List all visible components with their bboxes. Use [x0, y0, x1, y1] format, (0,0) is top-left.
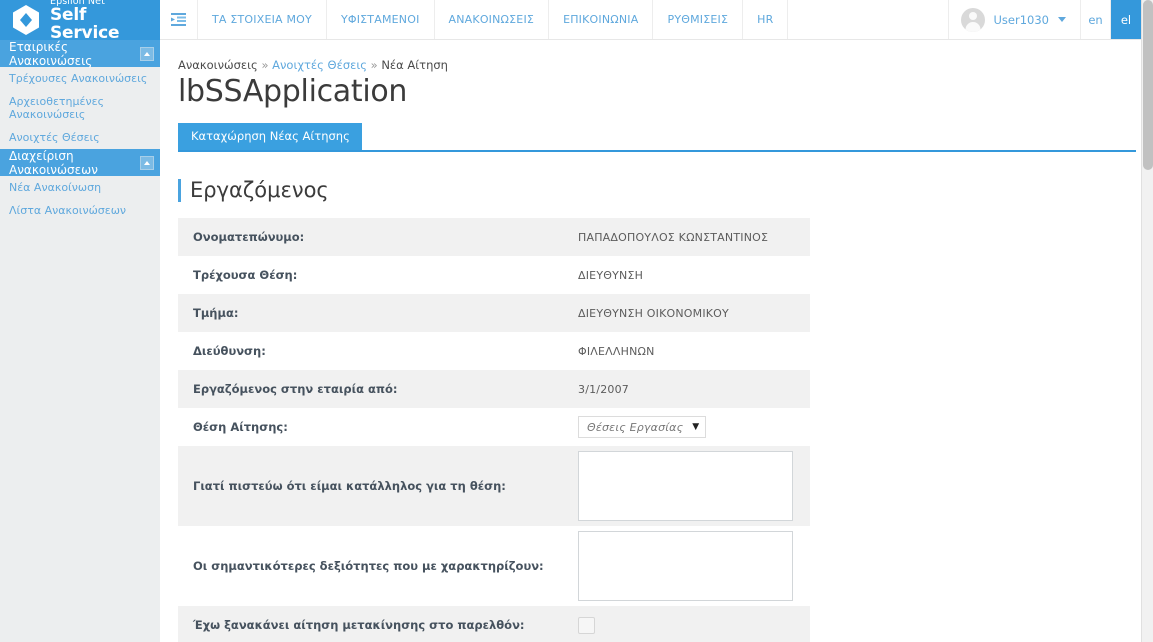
field-label-why-suitable: Γιατί πιστεύω ότι είμαι κατάλληλος για τ…: [193, 479, 506, 493]
field-value-employed-since: 3/1/2007: [578, 382, 630, 396]
field-label-employed-since: Εργαζόμενος στην εταιρία από:: [193, 382, 398, 396]
field-label-department: Τμήμα:: [193, 306, 239, 320]
field-label-application-position: Θέση Αίτησης:: [193, 420, 288, 434]
scrollbar-thumb[interactable]: [1143, 0, 1153, 170]
nav-item-announcements[interactable]: ΑΝΑΚΟΙΝΩΣΕΙΣ: [435, 0, 550, 39]
sidebar-group-label: Διαχείριση Ανακοινώσεων: [9, 148, 98, 177]
field-label-current-position: Τρέχουσα Θέση:: [193, 268, 298, 282]
page-scrollbar[interactable]: [1141, 0, 1153, 642]
table-row: Ονοματεπώνυμο: ΠΑΠΑΔΟΠΟΥΛΟΣ ΚΩΝΣΤΑΝΤΙΝΟΣ: [178, 218, 810, 256]
nav-item-hr[interactable]: HR: [743, 0, 789, 39]
language-el-button[interactable]: el: [1111, 0, 1141, 39]
sidebar-item-new-announcement[interactable]: Νέα Ανακοίνωση: [0, 176, 160, 199]
application-position-selected-value: Θέσεις Εργασίας: [587, 420, 684, 434]
table-row: Έχω ξανακάνει αίτηση μετακίνησης στο παρ…: [178, 606, 810, 642]
nav-item-subordinates[interactable]: ΥΦΙΣΤΑΜΕΝΟΙ: [327, 0, 435, 39]
breadcrumb-item-new-application: Νέα Αίτηση: [381, 58, 448, 72]
field-value-current-position: ΔΙΕΥΘΥΝΣΗ: [578, 268, 644, 282]
nav-spacer: [788, 0, 949, 39]
table-row: Διεύθυνση: ΦΙΛΕΛΛΗΝΩΝ: [178, 332, 810, 370]
key-skills-textarea[interactable]: [578, 531, 793, 601]
field-label-fullname: Ονοματεπώνυμο:: [193, 230, 305, 244]
language-en-button[interactable]: en: [1081, 0, 1111, 39]
app-window: Epsilon Net Self Service ΤΑ ΣΤΟΙΧΕΙΑ ΜΟΥ…: [0, 0, 1153, 642]
table-row: Γιατί πιστεύω ότι είμαι κατάλληλος για τ…: [178, 446, 810, 526]
table-row: Θέση Αίτησης: Θέσεις Εργασίας ▼: [178, 408, 810, 446]
breadcrumb-separator: »: [370, 58, 378, 72]
field-label-key-skills: Οι σημαντικότερες δεξιότητες που με χαρα…: [193, 559, 544, 573]
breadcrumb-separator: »: [261, 58, 269, 72]
sidebar: Εταιρικές Ανακοινώσεις Τρέχουσες Ανακοιν…: [0, 40, 160, 642]
page-title: lbSSApplication: [178, 74, 408, 109]
breadcrumb-item-announcements: Ανακοινώσεις: [178, 58, 258, 72]
sidebar-item-current-announcements[interactable]: Τρέχουσες Ανακοινώσεις: [0, 67, 160, 90]
section-title-label: Εργαζόμενος: [190, 178, 329, 202]
why-suitable-textarea[interactable]: [578, 451, 793, 521]
sidebar-group-label: Εταιρικές Ανακοινώσεις: [9, 39, 93, 68]
collapse-up-icon[interactable]: [140, 46, 154, 61]
user-avatar-icon: [960, 7, 985, 32]
sidebar-item-announcement-list[interactable]: Λίστα Ανακοινώσεων: [0, 199, 160, 222]
application-position-select[interactable]: Θέσεις Εργασίας ▼: [578, 416, 707, 438]
tab-new-application[interactable]: Καταχώρηση Νέας Αίτησης: [178, 122, 362, 150]
main-navigation: ΤΑ ΣΤΟΙΧΕΙΑ ΜΟΥ ΥΦΙΣΤΑΜΕΝΟΙ ΑΝΑΚΟΙΝΩΣΕΙΣ…: [160, 0, 1141, 39]
collapse-up-icon[interactable]: [140, 155, 154, 170]
field-label-previous-transfer-request: Έχω ξανακάνει αίτηση μετακίνησης στο παρ…: [193, 618, 525, 632]
user-menu[interactable]: User1030: [949, 0, 1081, 39]
nav-item-my-data[interactable]: ΤΑ ΣΤΟΙΧΕΙΑ ΜΟΥ: [198, 0, 327, 39]
list-indent-icon[interactable]: [160, 0, 198, 39]
previous-transfer-request-checkbox[interactable]: [578, 616, 595, 634]
section-title-employee: Εργαζόμενος: [178, 178, 1141, 202]
field-value-department: ΔΙΕΥΘΥΝΣΗ ΟΙΚΟΝΟΜΙΚΟΥ: [578, 306, 729, 320]
table-row: Τρέχουσα Θέση: ΔΙΕΥΘΥΝΣΗ: [178, 256, 810, 294]
caret-down-icon: ▼: [692, 421, 700, 432]
sidebar-item-archived-announcements[interactable]: Αρχειοθετημένες Ανακοινώσεις: [0, 90, 160, 126]
main-content: Ανακοινώσεις » Ανοιχτές Θέσεις » Νέα Αίτ…: [160, 40, 1141, 642]
nav-item-communication[interactable]: ΕΠΙΚΟΙΝΩΝΙΑ: [549, 0, 654, 39]
sidebar-item-open-positions[interactable]: Ανοιχτές Θέσεις: [0, 126, 160, 149]
nav-item-settings[interactable]: ΡΥΘΜΙΣΕΙΣ: [653, 0, 744, 39]
hexagon-diamond-logo: [11, 4, 41, 36]
sidebar-group-manage-announcements[interactable]: Διαχείριση Ανακοινώσεων: [0, 148, 160, 177]
top-bar: Epsilon Net Self Service ΤΑ ΣΤΟΙΧΕΙΑ ΜΟΥ…: [0, 0, 1141, 43]
employee-form: Ονοματεπώνυμο: ΠΑΠΑΔΟΠΟΥΛΟΣ ΚΩΝΣΤΑΝΤΙΝΟΣ…: [178, 218, 810, 642]
brand-text: Epsilon Net Self Service: [50, 0, 160, 43]
brand-line-2: Self Service: [50, 5, 120, 43]
caret-down-icon: [1058, 17, 1066, 22]
brand-logo-area[interactable]: Epsilon Net Self Service: [0, 0, 160, 43]
sidebar-group-corporate-announcements[interactable]: Εταιρικές Ανακοινώσεις: [0, 39, 160, 68]
field-value-address: ΦΙΛΕΛΛΗΝΩΝ: [578, 344, 655, 358]
field-label-address: Διεύθυνση:: [193, 344, 266, 358]
table-row: Οι σημαντικότερες δεξιότητες που με χαρα…: [178, 526, 810, 606]
user-name-label: User1030: [993, 12, 1049, 27]
table-row: Τμήμα: ΔΙΕΥΘΥΝΣΗ ΟΙΚΟΝΟΜΙΚΟΥ: [178, 294, 810, 332]
table-row: Εργαζόμενος στην εταιρία από: 3/1/2007: [178, 370, 810, 408]
section-accent-bar: [178, 178, 181, 202]
breadcrumb: Ανακοινώσεις » Ανοιχτές Θέσεις » Νέα Αίτ…: [178, 58, 1141, 72]
field-value-fullname: ΠΑΠΑΔΟΠΟΥΛΟΣ ΚΩΝΣΤΑΝΤΙΝΟΣ: [578, 230, 769, 244]
breadcrumb-item-open-positions[interactable]: Ανοιχτές Θέσεις: [272, 58, 367, 72]
tab-bar: Καταχώρηση Νέας Αίτησης: [178, 122, 1136, 152]
